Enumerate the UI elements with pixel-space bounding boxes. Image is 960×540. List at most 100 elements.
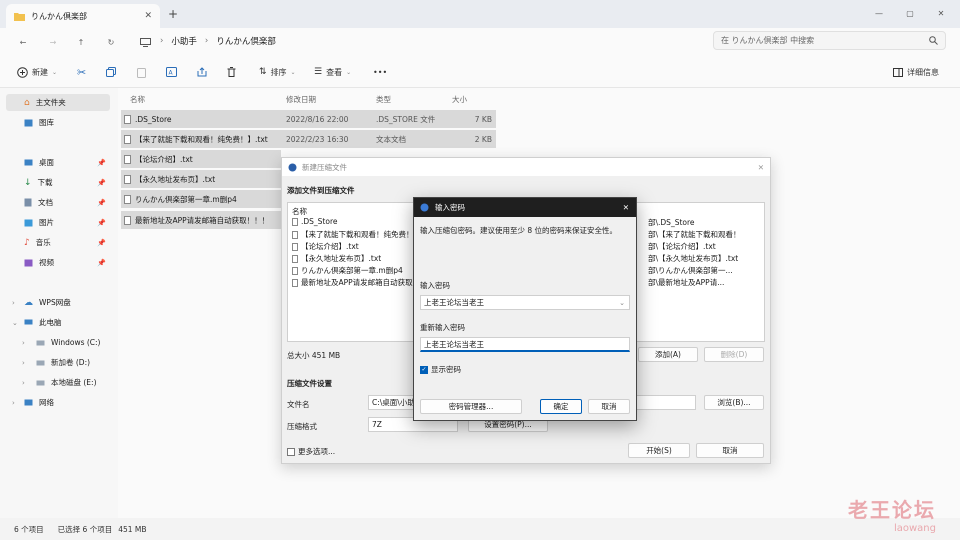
show-password-checkbox[interactable]: ✓ 显示密码	[420, 364, 461, 375]
chevron-down-icon[interactable]: ⌄	[619, 299, 625, 307]
sidebar-item-this-pc[interactable]: ⌄ 此电脑	[6, 314, 110, 331]
file-name: 【来了就能下载和观看！纯免费！】.txt	[135, 134, 268, 144]
sidebar-item-pictures[interactable]: 图片 📌	[6, 214, 110, 231]
confirm-password-field[interactable]: 上老王论坛当老王	[420, 337, 630, 352]
maximize-button[interactable]: ▢	[897, 4, 923, 22]
sidebar-item-gallery[interactable]: 图库	[6, 114, 110, 131]
breadcrumb-item[interactable]: りんかん倶楽部	[216, 35, 276, 47]
file-row[interactable]: .DS_Store 2022/8/16 22:00 .DS_STORE 文件 7…	[121, 110, 496, 128]
file-size: 2 KB	[474, 134, 492, 144]
file-row[interactable]: 【来了就能下载和观看！纯免费！】.txt 2022/2/23 16:30 文本文…	[121, 130, 496, 148]
chevron-right-icon[interactable]: ›	[12, 299, 15, 307]
download-icon: ↓	[24, 177, 32, 188]
sidebar-item-home[interactable]: ⌂ 主文件夹	[6, 94, 110, 111]
more-options-checkbox[interactable]: 更多选项...	[287, 446, 335, 457]
tab-current[interactable]: りんかん倶楽部 ✕	[6, 4, 160, 28]
refresh-button[interactable]: ↻	[102, 33, 120, 51]
more-icon: •••	[373, 67, 388, 77]
browse-button[interactable]: 浏览(B)...	[704, 395, 764, 410]
file-row[interactable]: 【论坛介绍】.txt	[121, 150, 281, 168]
chevron-down-icon: ⌄	[346, 68, 352, 76]
archive-cancel-button[interactable]: 取消	[696, 443, 764, 458]
close-icon[interactable]: ✕	[758, 163, 764, 172]
sidebar-item-drive-d[interactable]: › 新加卷 (D:)	[6, 354, 110, 371]
add-button[interactable]: 添加(A)	[638, 347, 698, 362]
sidebar-item-downloads[interactable]: ↓ 下载 📌	[6, 174, 110, 191]
chevron-right-icon[interactable]: ›	[22, 359, 25, 367]
start-button[interactable]: 开始(S)	[628, 443, 690, 458]
status-bar: 6 个项目 已选择 6 个项目 451 MB	[0, 518, 960, 540]
pin-icon[interactable]: 📌	[97, 259, 106, 267]
paste-button[interactable]	[137, 64, 146, 80]
column-header-date[interactable]: 修改日期	[286, 94, 316, 105]
search-input[interactable]: 在 りんかん倶楽部 中搜索	[713, 31, 946, 50]
list-item[interactable]: りんかん倶楽部第一章.m删p4	[292, 265, 403, 276]
cut-button[interactable]: ✂	[77, 64, 86, 80]
more-button[interactable]: •••	[373, 64, 387, 80]
sort-button[interactable]: ⇅ 排序 ⌄	[259, 64, 296, 80]
pin-icon[interactable]: 📌	[97, 239, 106, 247]
file-row[interactable]: 【永久地址发布页】.txt	[121, 170, 281, 188]
sidebar-item-desktop[interactable]: 桌面 📌	[6, 154, 110, 171]
copy-button[interactable]	[106, 64, 116, 80]
list-item[interactable]: 【永久地址发布页】.txt	[292, 253, 381, 264]
sidebar-item-documents[interactable]: 文档 📌	[6, 194, 110, 211]
pin-icon[interactable]: 📌	[97, 219, 106, 227]
minimize-button[interactable]: —	[866, 4, 892, 22]
format-label: 压缩格式	[287, 422, 317, 431]
delete-button[interactable]	[227, 64, 236, 80]
pin-icon[interactable]: 📌	[97, 199, 106, 207]
sidebar-item-drive-c[interactable]: › Windows (C:)	[6, 334, 110, 351]
pin-icon[interactable]: 📌	[97, 159, 106, 167]
share-button[interactable]	[197, 64, 207, 80]
column-header-name[interactable]: 名称	[130, 94, 145, 105]
list-item[interactable]: .DS_Store	[292, 217, 338, 226]
list-item-name: 最新地址及APP请发邮箱自动获取	[301, 278, 413, 287]
drive-icon	[36, 360, 45, 366]
list-item[interactable]: 【来了就能下载和观看！纯免费！	[292, 229, 414, 240]
list-item-path: 部\【永久地址发布页】.txt	[648, 254, 739, 263]
file-row[interactable]: りんかん倶楽部第一章.m删p4	[121, 190, 281, 208]
list-item-path: 部\最新地址及APP请...	[648, 278, 725, 287]
rename-button[interactable]: A	[166, 64, 177, 80]
sort-button-label: 排序	[270, 67, 287, 77]
file-name: 【永久地址发布页】.txt	[135, 174, 216, 184]
chevron-down-icon[interactable]: ⌄	[12, 319, 18, 327]
details-button[interactable]: 详细信息	[893, 64, 939, 80]
ok-button[interactable]: 确定	[540, 399, 582, 414]
sidebar-item-network[interactable]: › 网络	[6, 394, 110, 411]
close-window-button[interactable]: ✕	[928, 4, 954, 22]
view-button-label: 查看	[326, 67, 343, 77]
column-header-type[interactable]: 类型	[376, 94, 391, 105]
sidebar-item-music[interactable]: ♪ 音乐 📌	[6, 234, 110, 251]
chevron-right-icon[interactable]: ›	[12, 399, 15, 407]
forward-button[interactable]: →	[44, 33, 62, 51]
chevron-right-icon[interactable]: ›	[22, 339, 25, 347]
password-cancel-button[interactable]: 取消	[588, 399, 630, 414]
desktop-icon	[24, 159, 33, 167]
password-manager-button[interactable]: 密码管理器...	[420, 399, 522, 414]
list-item[interactable]: 【论坛介绍】.txt	[292, 241, 359, 252]
sidebar-item-videos[interactable]: 视频 📌	[6, 254, 110, 271]
breadcrumb-item[interactable]: 小助手	[171, 35, 197, 47]
list-item[interactable]: 最新地址及APP请发邮箱自动获取	[292, 277, 413, 288]
pin-icon[interactable]: 📌	[97, 179, 106, 187]
column-header-size[interactable]: 大小	[452, 94, 467, 105]
remove-button[interactable]: 删除(D)	[704, 347, 764, 362]
file-name: りんかん倶楽部第一章.m删p4	[135, 194, 237, 204]
view-button[interactable]: ☰ 查看 ⌄	[314, 64, 351, 80]
sidebar-item-drive-e[interactable]: › 本地磁盘 (E:)	[6, 374, 110, 391]
new-button[interactable]: 新建 ⌄	[17, 64, 57, 80]
up-button[interactable]: ↑	[72, 33, 90, 51]
folder-icon	[14, 12, 25, 21]
file-row[interactable]: 最新地址及APP请发邮箱自动获取！！！	[121, 211, 281, 229]
close-icon[interactable]: ✕	[144, 11, 152, 21]
close-icon[interactable]: ✕	[623, 203, 629, 212]
back-button[interactable]: ←	[14, 33, 32, 51]
monitor-icon[interactable]	[136, 33, 154, 51]
password-field[interactable]: 上老王论坛当老王 ⌄	[420, 295, 630, 310]
chevron-right-icon[interactable]: ›	[22, 379, 25, 387]
sidebar-item-wps[interactable]: › ☁ WPS网盘	[6, 294, 110, 311]
file-type: .DS_STORE 文件	[376, 114, 436, 124]
new-tab-button[interactable]: +	[168, 7, 178, 21]
